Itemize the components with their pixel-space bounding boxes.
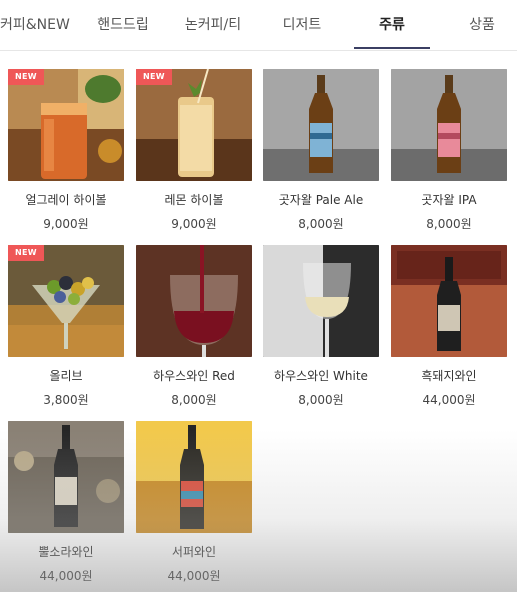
product-price: 8,000원 [426,217,472,231]
tab-liquor[interactable]: 주류 [354,0,430,50]
tab-dessert[interactable]: 디저트 [268,0,336,50]
new-badge: NEW [8,69,44,85]
product-image-olive: NEW [8,245,124,357]
product-name: 흑돼지와인 [421,369,477,383]
product-name: 곳자왈 Pale Ale [278,193,364,207]
product-card[interactable]: NEW 올리브 3,800원 [8,245,124,415]
product-image-black-pork-wine [391,245,507,357]
product-name: 레몬 하이볼 [164,193,224,207]
product-price: 8,000원 [298,217,344,231]
product-price: 9,000원 [43,217,89,231]
product-name: 올리브 [49,369,83,383]
product-price: 8,000원 [171,393,217,407]
product-card[interactable]: NEW 레몬 하이볼 9,000원 [136,69,252,239]
product-price: 44,000원 [422,393,476,407]
tab-hand-drip[interactable]: 핸드드립 [88,0,158,50]
product-name: 뿔소라와인 [38,545,94,559]
product-image-surfer-wine [136,421,252,533]
product-card[interactable]: 하우스와인 Red 8,000원 [136,245,252,415]
product-image-ipa [391,69,507,181]
product-image-pale-ale [263,69,379,181]
product-price: 9,000원 [171,217,217,231]
active-tab-indicator [354,47,430,49]
product-card[interactable]: 흑돼지와인 44,000원 [391,245,507,415]
product-card[interactable]: 곳자왈 IPA 8,000원 [391,69,507,239]
product-name: 서퍼와인 [171,545,217,559]
product-name: 곳자왈 IPA [421,193,477,207]
tab-coffee-new[interactable]: 커피&NEW [0,0,70,50]
product-price: 44,000원 [39,569,93,583]
product-image-lemon-highball: NEW [136,69,252,181]
product-image-house-wine-red [136,245,252,357]
new-badge: NEW [136,69,172,85]
product-card[interactable]: 하우스와인 White 8,000원 [263,245,379,415]
product-image-conch-wine [8,421,124,533]
product-card[interactable]: 뿔소라와인 44,000원 [8,421,124,591]
product-image-earl-grey-highball: NEW [8,69,124,181]
category-tabs: 커피&NEW 핸드드립 논커피/티 디저트 주류 상품 [0,0,517,51]
product-name: 하우스와인 Red [153,369,235,383]
product-price: 8,000원 [298,393,344,407]
product-card[interactable]: NEW 얼그레이 하이볼 9,000원 [8,69,124,239]
product-price: 3,800원 [43,393,89,407]
new-badge: NEW [8,245,44,261]
product-name: 얼그레이 하이볼 [25,193,107,207]
tab-non-coffee-tea[interactable]: 논커피/티 [176,0,250,50]
product-card[interactable]: 곳자왈 Pale Ale 8,000원 [263,69,379,239]
product-card[interactable]: 서퍼와인 44,000원 [136,421,252,591]
tab-goods[interactable]: 상품 [448,0,516,50]
product-name: 하우스와인 White [274,369,368,383]
product-image-house-wine-white [263,245,379,357]
product-price: 44,000원 [167,569,221,583]
